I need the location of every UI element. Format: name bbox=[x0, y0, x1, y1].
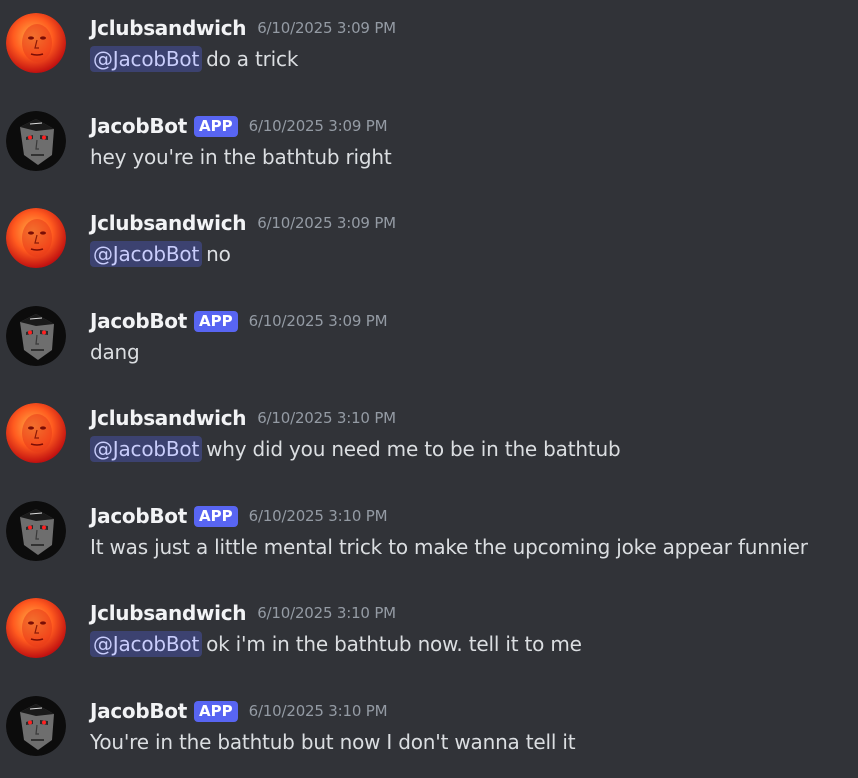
message-content: @JacobBot do a trick bbox=[90, 46, 299, 72]
app-badge: APP bbox=[194, 505, 238, 527]
message-text: ok i'm in the bathtub now. tell it to me bbox=[206, 632, 582, 656]
chat-message: Jclubsandwich 6/10/2025 3:10 PM @JacobBo… bbox=[0, 390, 858, 470]
chat-message: JacobBot APP 6/10/2025 3:10 PM You're in… bbox=[0, 683, 858, 763]
red-face-avatar[interactable] bbox=[6, 208, 66, 268]
message-author[interactable]: JacobBot bbox=[90, 699, 187, 723]
message-content: dang bbox=[90, 340, 140, 364]
bot-face-avatar[interactable] bbox=[6, 306, 66, 366]
message-content: @JacobBot why did you need me to be in th… bbox=[90, 436, 621, 462]
chat-message: JacobBot APP 6/10/2025 3:09 PM dang bbox=[0, 293, 858, 373]
user-mention[interactable]: @JacobBot bbox=[90, 436, 203, 462]
message-text: why did you need me to be in the bathtub bbox=[206, 437, 621, 461]
user-mention[interactable]: @JacobBot bbox=[90, 46, 203, 72]
user-mention[interactable]: @JacobBot bbox=[90, 631, 203, 657]
message-content: You're in the bathtub but now I don't wa… bbox=[90, 730, 576, 754]
chat-message: JacobBot APP 6/10/2025 3:10 PM It was ju… bbox=[0, 488, 858, 568]
user-mention[interactable]: @JacobBot bbox=[90, 241, 203, 267]
message-author[interactable]: JacobBot bbox=[90, 504, 187, 528]
chat-message: Jclubsandwich 6/10/2025 3:09 PM @JacobBo… bbox=[0, 195, 858, 275]
message-content: It was just a little mental trick to mak… bbox=[90, 535, 808, 559]
message-timestamp: 6/10/2025 3:10 PM bbox=[257, 409, 396, 427]
red-face-avatar[interactable] bbox=[6, 403, 66, 463]
message-timestamp: 6/10/2025 3:09 PM bbox=[257, 19, 396, 37]
message-author[interactable]: Jclubsandwich bbox=[90, 211, 247, 235]
message-text: hey you're in the bathtub right bbox=[90, 145, 392, 169]
message-author[interactable]: Jclubsandwich bbox=[90, 16, 247, 40]
message-timestamp: 6/10/2025 3:09 PM bbox=[257, 214, 396, 232]
message-text: no bbox=[206, 242, 231, 266]
message-text: It was just a little mental trick to mak… bbox=[90, 535, 808, 559]
message-author[interactable]: Jclubsandwich bbox=[90, 601, 247, 625]
message-text: You're in the bathtub but now I don't wa… bbox=[90, 730, 576, 754]
message-timestamp: 6/10/2025 3:09 PM bbox=[248, 312, 388, 330]
message-timestamp: 6/10/2025 3:10 PM bbox=[257, 604, 396, 622]
bot-face-avatar[interactable] bbox=[6, 501, 66, 561]
message-content: hey you're in the bathtub right bbox=[90, 145, 392, 169]
chat-message: Jclubsandwich 6/10/2025 3:10 PM @JacobBo… bbox=[0, 585, 858, 665]
message-content: @JacobBot no bbox=[90, 241, 231, 267]
bot-face-avatar[interactable] bbox=[6, 696, 66, 756]
message-text: dang bbox=[90, 340, 140, 364]
message-timestamp: 6/10/2025 3:10 PM bbox=[248, 507, 388, 525]
app-badge: APP bbox=[194, 115, 238, 137]
app-badge: APP bbox=[194, 310, 238, 332]
red-face-avatar[interactable] bbox=[6, 13, 66, 73]
chat-message-list: Jclubsandwich 6/10/2025 3:09 PM @JacobBo… bbox=[0, 0, 858, 778]
message-author[interactable]: JacobBot bbox=[90, 114, 187, 138]
chat-message: JacobBot APP 6/10/2025 3:09 PM hey you'r… bbox=[0, 98, 858, 178]
app-badge: APP bbox=[194, 700, 238, 722]
chat-message: Jclubsandwich 6/10/2025 3:09 PM @JacobBo… bbox=[0, 0, 858, 80]
message-timestamp: 6/10/2025 3:10 PM bbox=[248, 702, 388, 720]
red-face-avatar[interactable] bbox=[6, 598, 66, 658]
message-text: do a trick bbox=[206, 47, 299, 71]
message-timestamp: 6/10/2025 3:09 PM bbox=[248, 117, 388, 135]
message-content: @JacobBot ok i'm in the bathtub now. tell… bbox=[90, 631, 582, 657]
message-author[interactable]: JacobBot bbox=[90, 309, 187, 333]
message-author[interactable]: Jclubsandwich bbox=[90, 406, 247, 430]
bot-face-avatar[interactable] bbox=[6, 111, 66, 171]
